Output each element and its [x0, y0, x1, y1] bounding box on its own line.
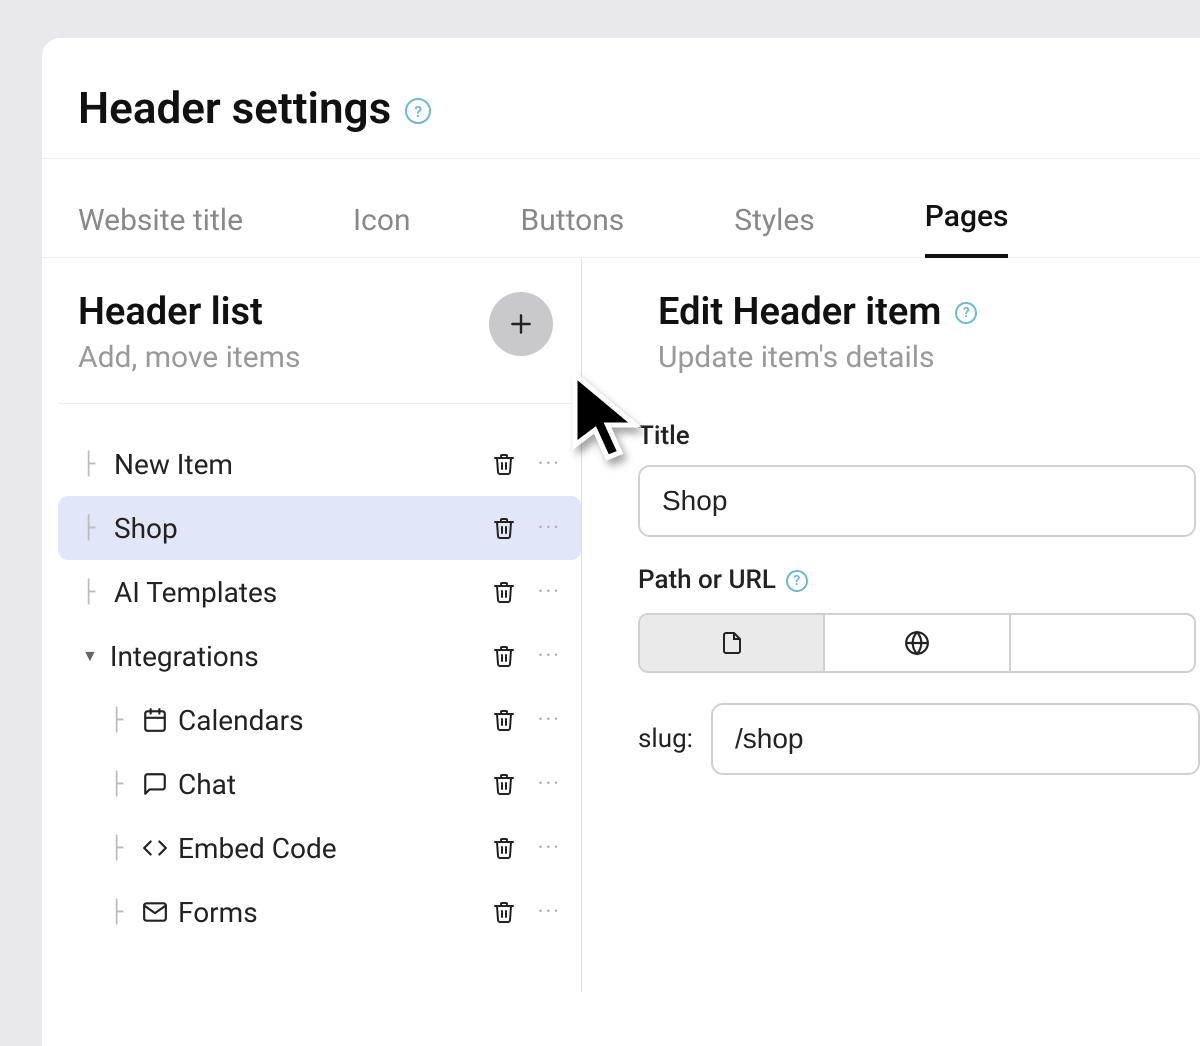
delete-button[interactable]	[492, 835, 516, 861]
delete-button[interactable]	[492, 451, 516, 477]
mail-icon	[142, 899, 168, 925]
slug-label: slug:	[638, 724, 693, 754]
tab-website-title[interactable]: Website title	[78, 203, 243, 258]
page-title: Header settings	[78, 82, 391, 134]
chevron-down-icon[interactable]: ▼	[82, 646, 98, 666]
header-list-item[interactable]: ├ New Item ···	[58, 432, 581, 496]
plus-icon	[508, 311, 534, 337]
edit-panel-title: Edit Header item	[658, 290, 941, 334]
header-list-item[interactable]: ├ Embed Code ···	[58, 816, 581, 880]
calendar-icon	[142, 707, 168, 733]
more-button[interactable]: ···	[538, 836, 561, 861]
delete-button[interactable]	[492, 899, 516, 925]
more-button[interactable]: ···	[538, 644, 561, 669]
tree-branch-icon: ├	[82, 516, 100, 541]
header-list-subtitle: Add, move items	[78, 340, 561, 375]
help-icon[interactable]: ?	[786, 570, 808, 592]
delete-button[interactable]	[492, 643, 516, 669]
item-label: Shop	[114, 512, 492, 545]
more-button[interactable]: ···	[538, 708, 561, 733]
header-list-item[interactable]: ├ AI Templates ···	[58, 560, 581, 624]
header-list-item[interactable]: ├ Forms ···	[58, 880, 581, 944]
delete-button[interactable]	[492, 515, 516, 541]
tree-branch-icon: ├	[110, 772, 128, 797]
help-icon[interactable]: ?	[955, 302, 977, 324]
tree-branch-icon: ├	[82, 452, 100, 477]
more-button[interactable]: ···	[538, 772, 561, 797]
tab-pages[interactable]: Pages	[925, 199, 1009, 258]
tree-branch-icon: ├	[110, 900, 128, 925]
edit-panel-subtitle: Update item's details	[658, 340, 1180, 375]
more-button[interactable]: ···	[538, 452, 561, 477]
item-label: Embed Code	[178, 832, 492, 865]
trash-icon	[492, 835, 516, 861]
title-field-label: Title	[638, 421, 1200, 451]
more-button[interactable]: ···	[538, 516, 561, 541]
delete-button[interactable]	[492, 707, 516, 733]
item-label: Forms	[178, 896, 492, 929]
trash-icon	[492, 643, 516, 669]
trash-icon	[492, 515, 516, 541]
path-field-label: Path or URL	[638, 565, 776, 595]
globe-icon	[904, 630, 930, 656]
trash-icon	[492, 579, 516, 605]
delete-button[interactable]	[492, 579, 516, 605]
title-input[interactable]	[638, 465, 1196, 537]
header-list-item[interactable]: ├ Shop ···	[58, 496, 581, 560]
trash-icon	[492, 899, 516, 925]
item-label: Chat	[178, 768, 492, 801]
trash-icon	[492, 451, 516, 477]
header-list-item[interactable]: ├ Calendars ···	[58, 688, 581, 752]
code-icon	[142, 835, 168, 861]
delete-button[interactable]	[492, 771, 516, 797]
slug-input[interactable]	[711, 703, 1200, 775]
segment-url[interactable]	[825, 615, 1010, 671]
tab-buttons[interactable]: Buttons	[521, 203, 625, 258]
more-button[interactable]: ···	[538, 900, 561, 925]
header-list-item[interactable]: ├ Chat ···	[58, 752, 581, 816]
page-icon	[720, 629, 744, 657]
add-item-button[interactable]	[489, 292, 553, 356]
segment-other[interactable]	[1011, 615, 1194, 671]
tab-icon[interactable]: Icon	[353, 203, 411, 258]
help-icon[interactable]: ?	[405, 98, 431, 124]
more-button[interactable]: ···	[538, 580, 561, 605]
tree-branch-icon: ├	[82, 580, 100, 605]
trash-icon	[492, 707, 516, 733]
path-type-segments	[638, 613, 1196, 673]
item-label: New Item	[114, 448, 492, 481]
item-label: Integrations	[110, 640, 492, 673]
trash-icon	[492, 771, 516, 797]
item-label: AI Templates	[114, 576, 492, 609]
header-list-item[interactable]: ▼ Integrations ···	[58, 624, 581, 688]
tree-branch-icon: ├	[110, 708, 128, 733]
segment-page[interactable]	[640, 615, 825, 671]
tree-branch-icon: ├	[110, 836, 128, 861]
chat-icon	[142, 771, 168, 797]
item-label: Calendars	[178, 704, 492, 737]
tab-styles[interactable]: Styles	[734, 203, 815, 258]
